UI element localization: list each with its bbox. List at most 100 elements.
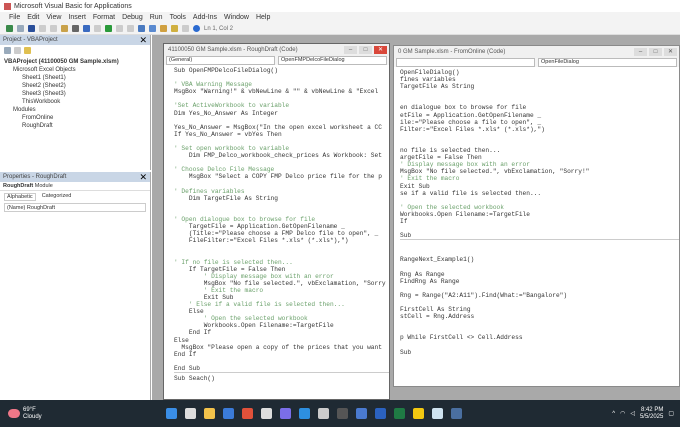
menu-help[interactable]: Help (256, 14, 270, 21)
toggle-folders-icon[interactable] (24, 47, 31, 54)
tree-item[interactable]: Microsoft Excel Objects (4, 66, 146, 74)
view-object-icon[interactable] (14, 47, 21, 54)
undo-icon[interactable] (83, 25, 90, 32)
title-bar: Microsoft Visual Basic for Applications (0, 0, 680, 12)
wifi-icon[interactable]: ◠ (620, 410, 625, 417)
terminal-icon[interactable] (337, 408, 348, 419)
object-browser-icon[interactable] (171, 25, 178, 32)
code-editor[interactable]: Sub OpenFMPDelcoFileDialog() ' VBA Warnin… (164, 65, 389, 382)
start-icon[interactable] (166, 408, 177, 419)
code-line: 'Set ActiveWorkbook to variable (174, 102, 290, 110)
notion-icon[interactable] (185, 408, 196, 419)
save-icon[interactable] (28, 25, 35, 32)
menu-format[interactable]: Format (93, 14, 115, 21)
procedure-combo[interactable]: OpenFileDialog (538, 58, 677, 67)
menu-window[interactable]: Window (224, 14, 249, 21)
mail-icon[interactable] (261, 408, 272, 419)
window-title: 0 GM Sample.xlsm - FromOnline (Code) (398, 49, 506, 55)
close-button[interactable]: ✕ (374, 46, 387, 54)
code-line: FindRng As Range (400, 277, 460, 285)
powerbi-icon[interactable] (413, 408, 424, 419)
app-grid-icon[interactable] (432, 408, 443, 419)
code-line: Exit Sub (174, 294, 234, 301)
clock[interactable]: 8:42 PM 5/5/2025 (640, 407, 663, 421)
object-combo[interactable] (396, 58, 535, 67)
code-line: Yes_No_Answer = MsgBox("In the open exce… (174, 123, 382, 131)
menu-run[interactable]: Run (150, 14, 163, 21)
window-title: 41100050 GM Sample.xlsm - RoughDraft (Co… (168, 47, 298, 53)
tree-item[interactable]: VBAProject (41100050 GM Sample.xlsm) (4, 58, 146, 66)
find-icon[interactable] (72, 25, 79, 32)
menu-tools[interactable]: Tools (170, 14, 186, 21)
tree-item[interactable]: FromOnline (4, 114, 146, 122)
tree-item[interactable]: Sheet2 (Sheet2) (4, 82, 146, 90)
project-explorer-icon[interactable] (149, 25, 156, 32)
excel-icon[interactable] (394, 408, 405, 419)
menu-edit[interactable]: Edit (27, 14, 39, 21)
object-selector[interactable]: RoughDraft Module (0, 182, 150, 191)
procedure-combo[interactable]: OpenFMPDelcoFileDialog (278, 56, 387, 65)
code-editor[interactable]: OpenFileDialog() fines variables TargetFil… (394, 67, 679, 356)
tree-item[interactable]: Modules (4, 106, 146, 114)
cursor-position: Ln 1, Col 2 (204, 25, 234, 32)
chevron-up-icon[interactable]: ^ (612, 411, 615, 417)
tab-categorized[interactable]: Categorized (42, 193, 72, 201)
menu-insert[interactable]: Insert (68, 14, 86, 21)
copy-icon[interactable] (50, 25, 57, 32)
maximize-button[interactable]: □ (359, 46, 372, 54)
vscode-icon[interactable] (299, 408, 310, 419)
maximize-button[interactable]: □ (649, 48, 662, 56)
property-name-row[interactable]: (Name) RoughDraft (4, 203, 146, 212)
help-icon[interactable] (193, 25, 200, 32)
menu-file[interactable]: File (9, 14, 20, 21)
design-mode-icon[interactable] (138, 25, 145, 32)
excel-view-icon[interactable] (6, 25, 13, 32)
code-line: FileFilter:="Excel Files *.xls* (*.xls*)… (174, 237, 349, 245)
close-icon[interactable]: ✕ (139, 35, 147, 46)
close-button[interactable]: ✕ (664, 48, 677, 56)
view-code-icon[interactable] (4, 47, 11, 54)
toolbox-icon[interactable] (182, 25, 189, 32)
code-line: Exit Sub (400, 182, 430, 190)
edit-icon[interactable] (223, 408, 234, 419)
run-icon[interactable] (105, 25, 112, 32)
tree-item[interactable]: Sheet3 (Sheet3) (4, 90, 146, 98)
close-icon[interactable]: ✕ (139, 172, 147, 183)
file-explorer-icon[interactable] (204, 408, 215, 419)
object-combo[interactable]: (General) (166, 56, 275, 65)
tree-item[interactable]: Sheet1 (Sheet1) (4, 74, 146, 82)
menu-debug[interactable]: Debug (122, 14, 143, 21)
redo-icon[interactable] (94, 25, 101, 32)
cut-icon[interactable] (39, 25, 46, 32)
notification-icon[interactable]: ▢ (668, 410, 674, 417)
weather-widget[interactable]: 69°F Cloudy (0, 407, 160, 421)
reset-icon[interactable] (127, 25, 134, 32)
minimize-button[interactable]: – (344, 46, 357, 54)
code-line: ' Else if a valid file is selected then.… (174, 301, 345, 309)
code-line: etFile = Application.GetOpenFilename _ (400, 111, 542, 119)
break-icon[interactable] (116, 25, 123, 32)
app-r-icon[interactable] (356, 408, 367, 419)
menu-add-ins[interactable]: Add-Ins (193, 14, 217, 21)
menu-view[interactable]: View (46, 14, 61, 21)
github-icon[interactable] (318, 408, 329, 419)
project-toolbar (0, 45, 150, 55)
word-icon[interactable] (375, 408, 386, 419)
paste-icon[interactable] (61, 25, 68, 32)
brave-icon[interactable] (242, 408, 253, 419)
tree-item[interactable]: RoughDraft (4, 122, 146, 130)
properties-icon[interactable] (160, 25, 167, 32)
postgres-icon[interactable] (451, 408, 462, 419)
code-line: TargetFile As String (400, 83, 475, 91)
chat-icon[interactable] (280, 408, 291, 419)
tree-item[interactable]: ThisWorkbook (4, 98, 146, 106)
volume-icon[interactable]: ◁ (630, 410, 635, 417)
properties-window: Properties - RoughDraft ✕ RoughDraft Modu… (0, 172, 151, 400)
tab-alphabetic[interactable]: Alphabetic (4, 193, 36, 201)
insert-userform-icon[interactable] (17, 25, 24, 32)
minimize-button[interactable]: – (634, 48, 647, 56)
